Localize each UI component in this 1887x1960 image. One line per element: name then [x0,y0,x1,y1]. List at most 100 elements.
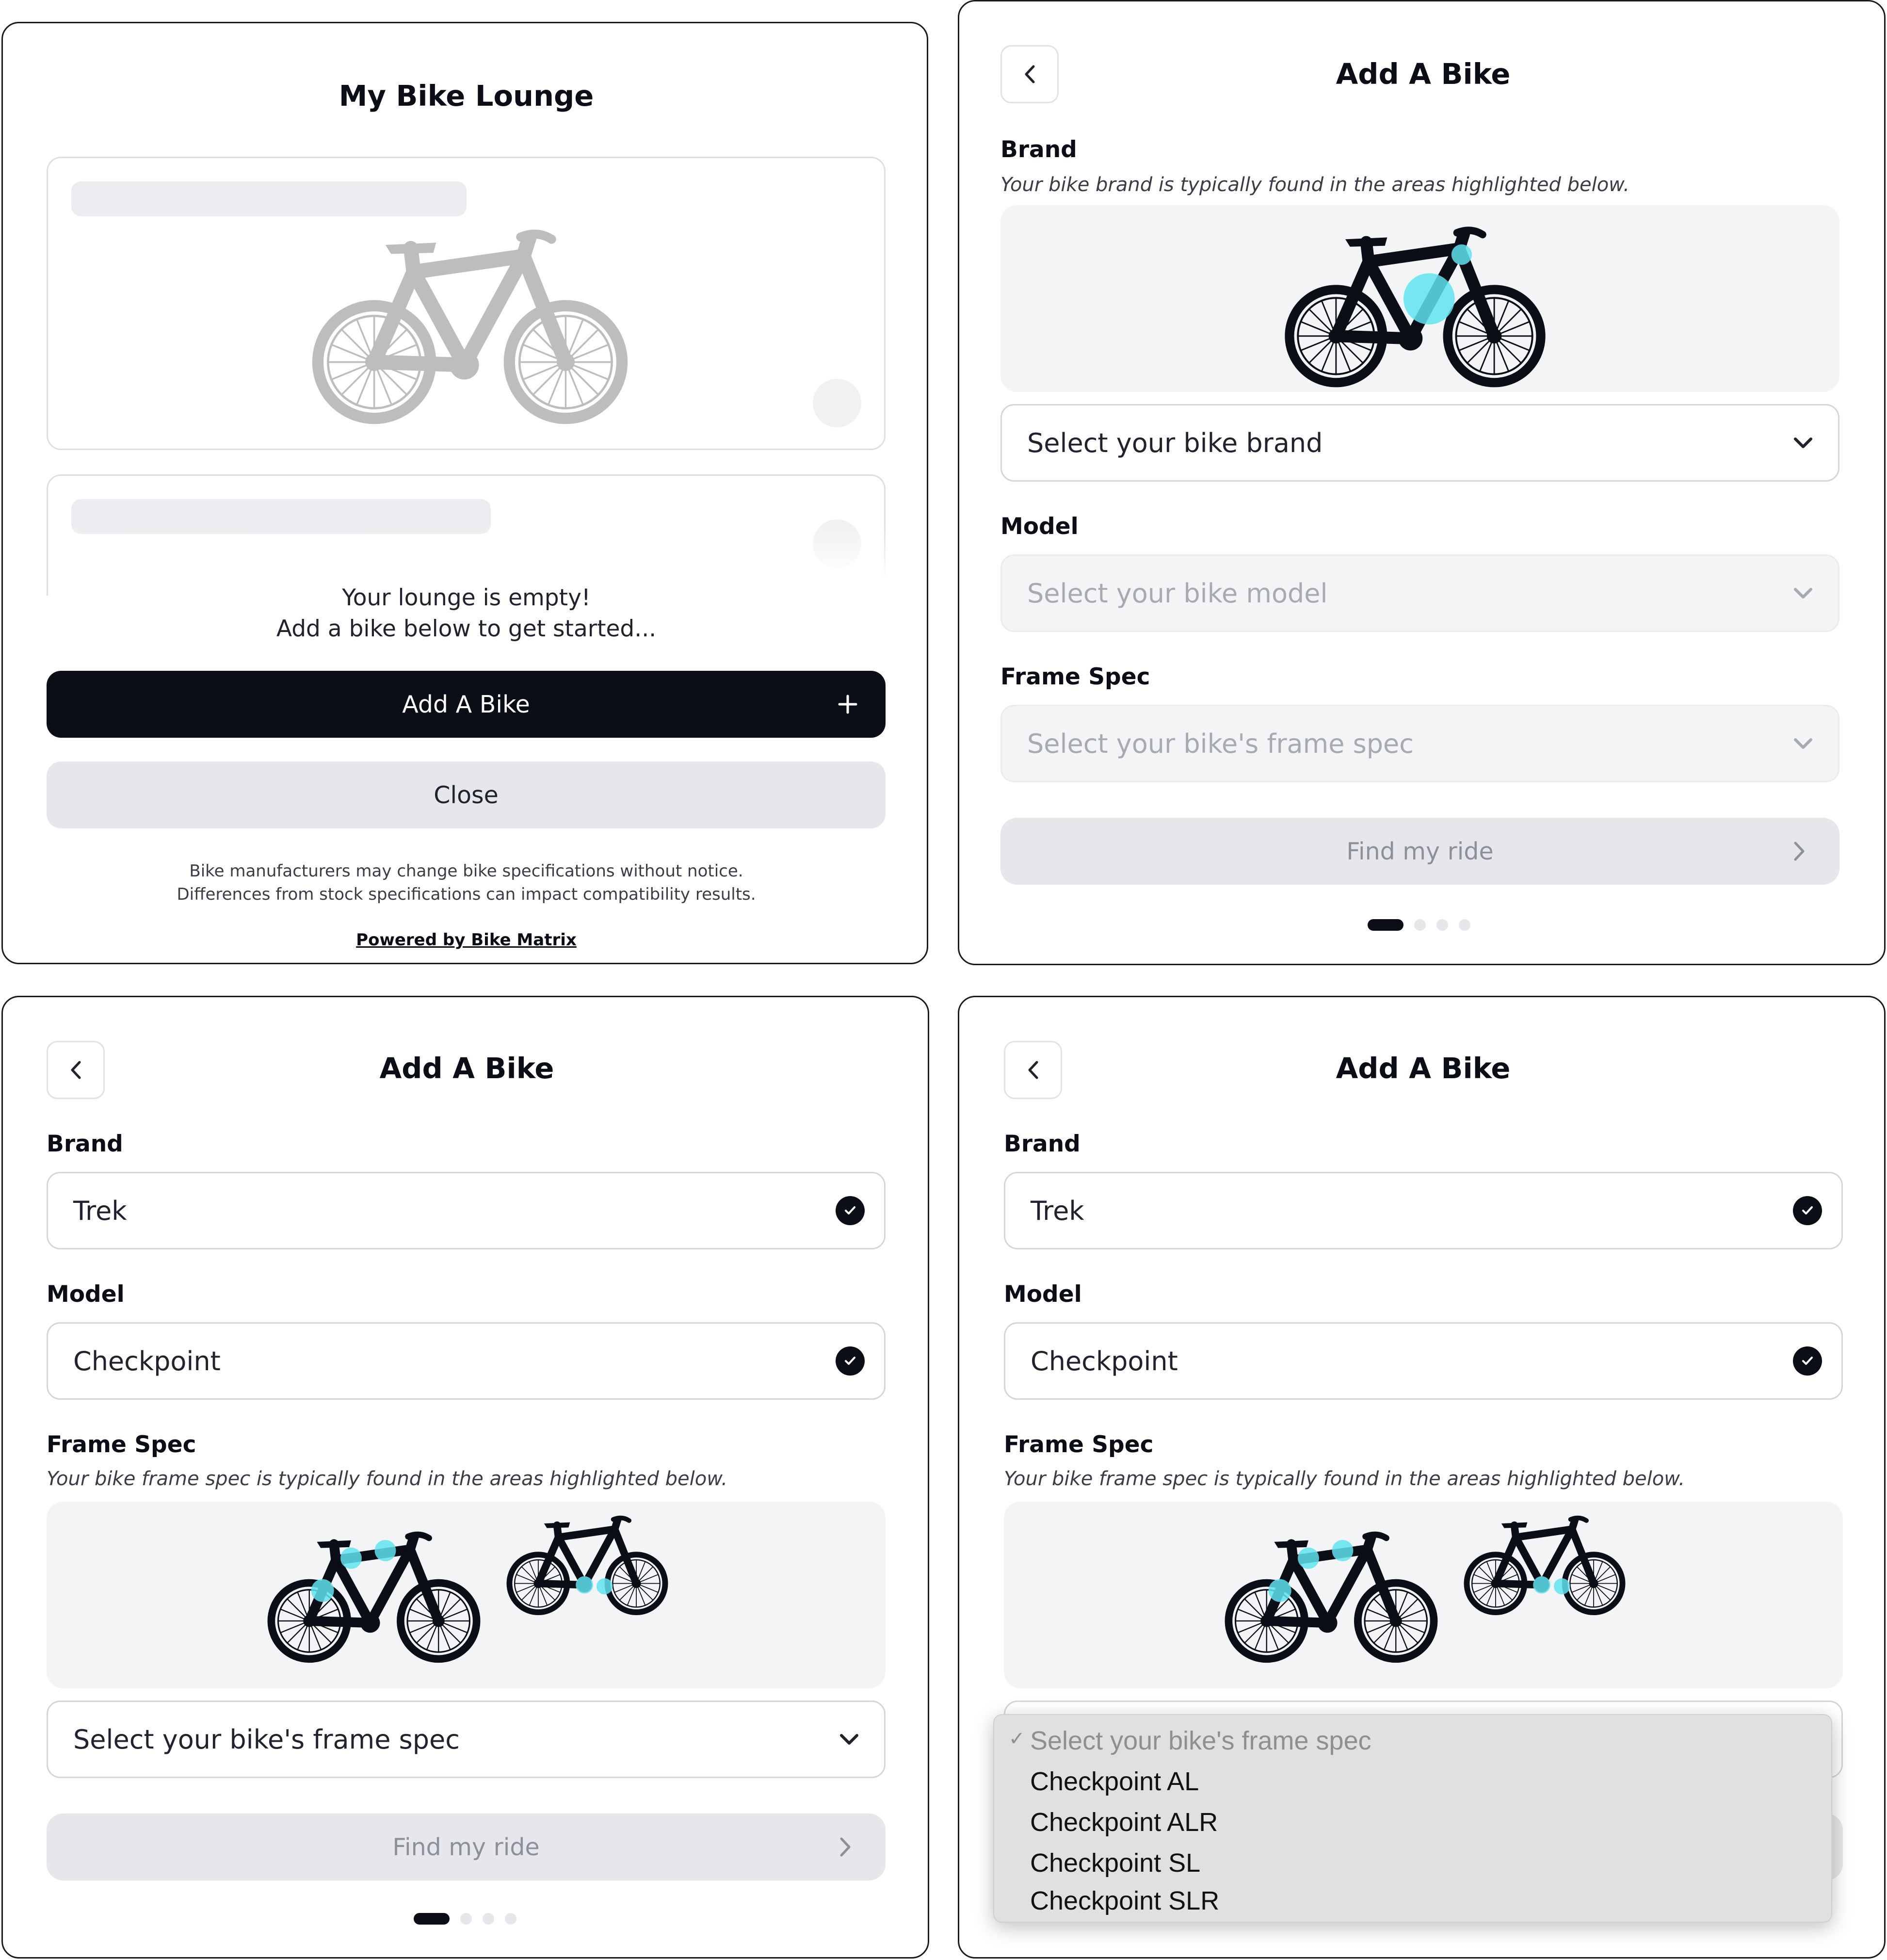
brand-label: Brand [1000,136,1077,163]
skeleton-bike-card [47,157,886,450]
highlight-marker [1533,1576,1550,1594]
frame-spec-location-illustration [1004,1502,1843,1688]
empty-state-line-2: Add a bike below to get started... [276,616,657,642]
checkmark-icon: ✓ [1009,1728,1025,1750]
dropdown-option-label: Checkpoint SL [1030,1848,1201,1878]
check-circle-icon [1793,1346,1822,1376]
add-bike-panel-step2: Add A Bike Brand Trek Model Checkpoint F… [1,996,929,1959]
chevron-down-icon [1794,437,1812,448]
model-field[interactable]: Checkpoint [47,1322,886,1400]
progress-dot-active [414,1913,450,1925]
dropdown-option-label: Select your bike's frame spec [1030,1726,1371,1755]
bike-image [255,1526,493,1667]
brand-select-placeholder: Select your bike brand [1027,427,1323,458]
close-button-label: Close [434,781,499,809]
add-bike-button-label: Add A Bike [402,690,530,718]
highlight-marker [374,1540,396,1561]
progress-dot [483,1913,494,1925]
frame-spec-select[interactable]: Select your bike's frame spec [1000,705,1839,782]
model-value: Checkpoint [73,1345,221,1377]
frame-spec-label: Frame Spec [47,1431,196,1458]
frame-spec-hint: Your bike frame spec is typically found … [47,1468,728,1490]
bike-image [1455,1511,1634,1618]
check-circle-icon [836,1196,865,1225]
dropdown-option[interactable]: Checkpoint AL [994,1765,1831,1803]
progress-dot [1436,919,1448,931]
disclaimer-line-2: Differences from stock specifications ca… [177,885,756,904]
frame-spec-hint: Your bike frame spec is typically found … [1004,1468,1685,1490]
dropdown-option[interactable]: Checkpoint ALR [994,1805,1831,1844]
highlight-marker [1554,1578,1570,1595]
chevron-right-icon [1794,842,1805,861]
chevron-down-icon [1794,588,1812,599]
brand-select[interactable]: Select your bike brand [1000,404,1839,482]
brand-field[interactable]: Trek [1004,1172,1843,1249]
bike-image [1270,220,1561,392]
highlight-marker [1298,1547,1319,1569]
model-label: Model [1004,1281,1082,1308]
brand-label: Brand [47,1131,123,1157]
page-title: Add A Bike [379,1052,554,1085]
skeleton-bar [71,181,467,216]
chevron-down-icon [1794,738,1812,749]
brand-value: Trek [1031,1195,1084,1226]
frame-spec-location-illustration [47,1502,886,1688]
page-title: My Bike Lounge [339,79,594,113]
find-my-ride-button[interactable]: Find my ride [1000,818,1839,885]
frame-spec-dropdown-menu: ✓ Select your bike's frame spec Checkpoi… [993,1714,1832,1923]
model-label: Model [1000,513,1079,540]
frame-spec-select[interactable]: Select your bike's frame spec [47,1701,886,1778]
find-my-ride-label: Find my ride [1346,837,1494,865]
page-title: Add A Bike [1336,57,1511,91]
highlight-marker [1403,273,1455,324]
highlight-marker [576,1576,593,1594]
bike-placeholder-image [295,221,645,430]
progress-indicator [1368,919,1470,931]
plus-icon [838,695,857,714]
find-my-ride-label: Find my ride [392,1833,540,1861]
progress-dot [460,1913,472,1925]
powered-by-link[interactable]: Powered by Bike Matrix [3,930,927,950]
model-value: Checkpoint [1031,1345,1178,1377]
brand-label: Brand [1004,1131,1081,1157]
dropdown-option-placeholder[interactable]: ✓ Select your bike's frame spec [994,1724,1831,1763]
progress-indicator [414,1913,516,1925]
progress-dot [1459,919,1470,931]
brand-hint: Your bike brand is typically found in th… [1000,174,1630,196]
chevron-down-icon [840,1734,858,1745]
find-my-ride-button[interactable]: Find my ride [47,1814,886,1880]
model-field[interactable]: Checkpoint [1004,1322,1843,1400]
brand-location-illustration [1000,205,1839,392]
close-button[interactable]: Close [47,761,886,828]
frame-spec-label: Frame Spec [1000,664,1150,690]
frame-spec-label: Frame Spec [1004,1431,1154,1458]
dropdown-option-label: Checkpoint AL [1030,1767,1199,1796]
add-bike-panel-step1: Add A Bike Brand Your bike brand is typi… [958,0,1886,965]
highlight-marker [311,1579,334,1602]
dropdown-option[interactable]: Checkpoint SLR [994,1886,1831,1921]
add-bike-panel-step3: Add A Bike Brand Trek Model Checkpoint F… [958,996,1886,1959]
bike-image [1212,1526,1450,1667]
highlight-marker [1268,1579,1291,1602]
model-label: Model [47,1281,125,1308]
frame-spec-select-placeholder: Select your bike's frame spec [1027,728,1414,759]
page-title: Add A Bike [1336,1052,1511,1085]
brand-value: Trek [73,1195,127,1226]
highlight-marker [1332,1540,1354,1561]
check-circle-icon [836,1346,865,1376]
dropdown-option-label: Checkpoint ALR [1030,1808,1218,1837]
progress-dot [1414,919,1426,931]
progress-dot [505,1913,516,1925]
add-bike-button[interactable]: Add A Bike [47,671,886,738]
dropdown-option[interactable]: Checkpoint SL [994,1846,1831,1885]
progress-dot-active [1368,919,1403,931]
model-select[interactable]: Select your bike model [1000,554,1839,632]
lounge-panel: My Bike Lounge Your lounge is empty! Add… [1,22,928,964]
check-circle-icon [1793,1196,1822,1225]
skeleton-avatar [813,379,861,427]
disclaimer-line-1: Bike manufacturers may change bike speci… [189,861,743,881]
chevron-right-icon [840,1837,851,1857]
highlight-marker [1451,244,1472,265]
brand-field[interactable]: Trek [47,1172,886,1249]
highlight-marker [597,1578,613,1595]
